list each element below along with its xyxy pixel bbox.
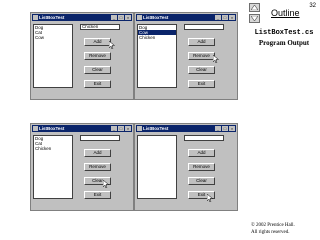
close-button[interactable]: × — [125, 126, 131, 131]
add-button[interactable]: Add — [188, 38, 215, 46]
add-button[interactable]: Add — [188, 149, 215, 157]
mouse-cursor-icon — [207, 194, 213, 202]
copyright-notice: © 2002 Prentice Hall. All rights reserve… — [251, 222, 295, 236]
clear-button[interactable]: Clear — [188, 66, 215, 74]
window-title: ListBoxTest — [143, 15, 169, 20]
program-title: ListBoxTest.cs — [254, 29, 314, 37]
app-icon — [137, 15, 142, 20]
remove-button[interactable]: Remove — [84, 163, 111, 171]
exit-button[interactable]: Exit — [188, 80, 215, 88]
minimize-button[interactable]: _ — [215, 15, 221, 20]
window-title: ListBoxTest — [39, 126, 65, 131]
maximize-button[interactable]: □ — [118, 15, 124, 20]
item-input[interactable]: Chicken — [80, 24, 120, 30]
maximize-button[interactable]: □ — [222, 15, 228, 20]
previous-slide-button[interactable] — [249, 3, 260, 12]
app-icon — [33, 15, 38, 20]
next-slide-button[interactable] — [249, 14, 260, 23]
mouse-cursor-icon — [109, 41, 115, 49]
mouse-cursor-icon — [213, 55, 219, 63]
close-button[interactable]: × — [229, 126, 235, 131]
mouse-cursor-icon — [103, 180, 109, 188]
window-titlebar[interactable]: ListBoxTest _ □ × — [136, 14, 236, 21]
item-input[interactable] — [184, 135, 224, 141]
items-listbox[interactable]: Dog Cat Cow — [33, 24, 73, 88]
clear-button[interactable]: Clear — [188, 177, 215, 185]
clear-button[interactable]: Clear — [84, 66, 111, 74]
close-button[interactable]: × — [229, 15, 235, 20]
window-title: ListBoxTest — [39, 15, 65, 20]
item-input[interactable] — [184, 24, 224, 30]
listboxtest-window: ListBoxTest _ □ × Dog Cat Chicken Add Re… — [30, 123, 134, 211]
remove-button[interactable]: Remove — [84, 52, 111, 60]
close-button[interactable]: × — [125, 15, 131, 20]
copyright-line: All rights reserved. — [251, 230, 290, 235]
window-title: ListBoxTest — [143, 126, 169, 131]
items-listbox[interactable]: Dog Cow Chicken — [137, 24, 177, 88]
program-subtitle: Program Output — [258, 39, 310, 47]
maximize-button[interactable]: □ — [118, 126, 124, 131]
items-listbox[interactable]: Dog Cat Chicken — [33, 135, 73, 199]
copyright-line: © 2002 Prentice Hall. — [251, 223, 295, 228]
list-item[interactable]: Chicken — [138, 35, 176, 40]
app-icon — [33, 126, 38, 131]
window-titlebar[interactable]: ListBoxTest _ □ × — [32, 125, 132, 132]
maximize-button[interactable]: □ — [222, 126, 228, 131]
exit-button[interactable]: Exit — [84, 191, 111, 199]
minimize-button[interactable]: _ — [215, 126, 221, 131]
add-button[interactable]: Add — [84, 149, 111, 157]
window-titlebar[interactable]: ListBoxTest _ □ × — [32, 14, 132, 21]
page-number: 32 — [309, 3, 316, 9]
window-titlebar[interactable]: ListBoxTest _ □ × — [136, 125, 236, 132]
listboxtest-window: ListBoxTest _ □ × Dog Cow Chicken Add Re… — [134, 12, 238, 100]
minimize-button[interactable]: _ — [111, 126, 117, 131]
triangle-down-icon — [251, 16, 258, 21]
list-item[interactable]: Cow — [34, 35, 72, 40]
remove-button[interactable]: Remove — [188, 52, 215, 60]
exit-button[interactable]: Exit — [84, 80, 111, 88]
list-item[interactable]: Chicken — [34, 146, 72, 151]
listboxtest-window: ListBoxTest _ □ × Add Remove Clear Exit — [134, 123, 238, 211]
remove-button[interactable]: Remove — [188, 163, 215, 171]
outline-link[interactable]: Outline — [271, 8, 300, 18]
triangle-up-icon — [251, 5, 258, 10]
items-listbox[interactable] — [137, 135, 177, 199]
item-input[interactable] — [80, 135, 120, 141]
add-button[interactable]: Add — [84, 38, 111, 46]
app-icon — [137, 126, 142, 131]
minimize-button[interactable]: _ — [111, 15, 117, 20]
listboxtest-window: ListBoxTest _ □ × Dog Cat Cow Chicken Ad… — [30, 12, 134, 100]
